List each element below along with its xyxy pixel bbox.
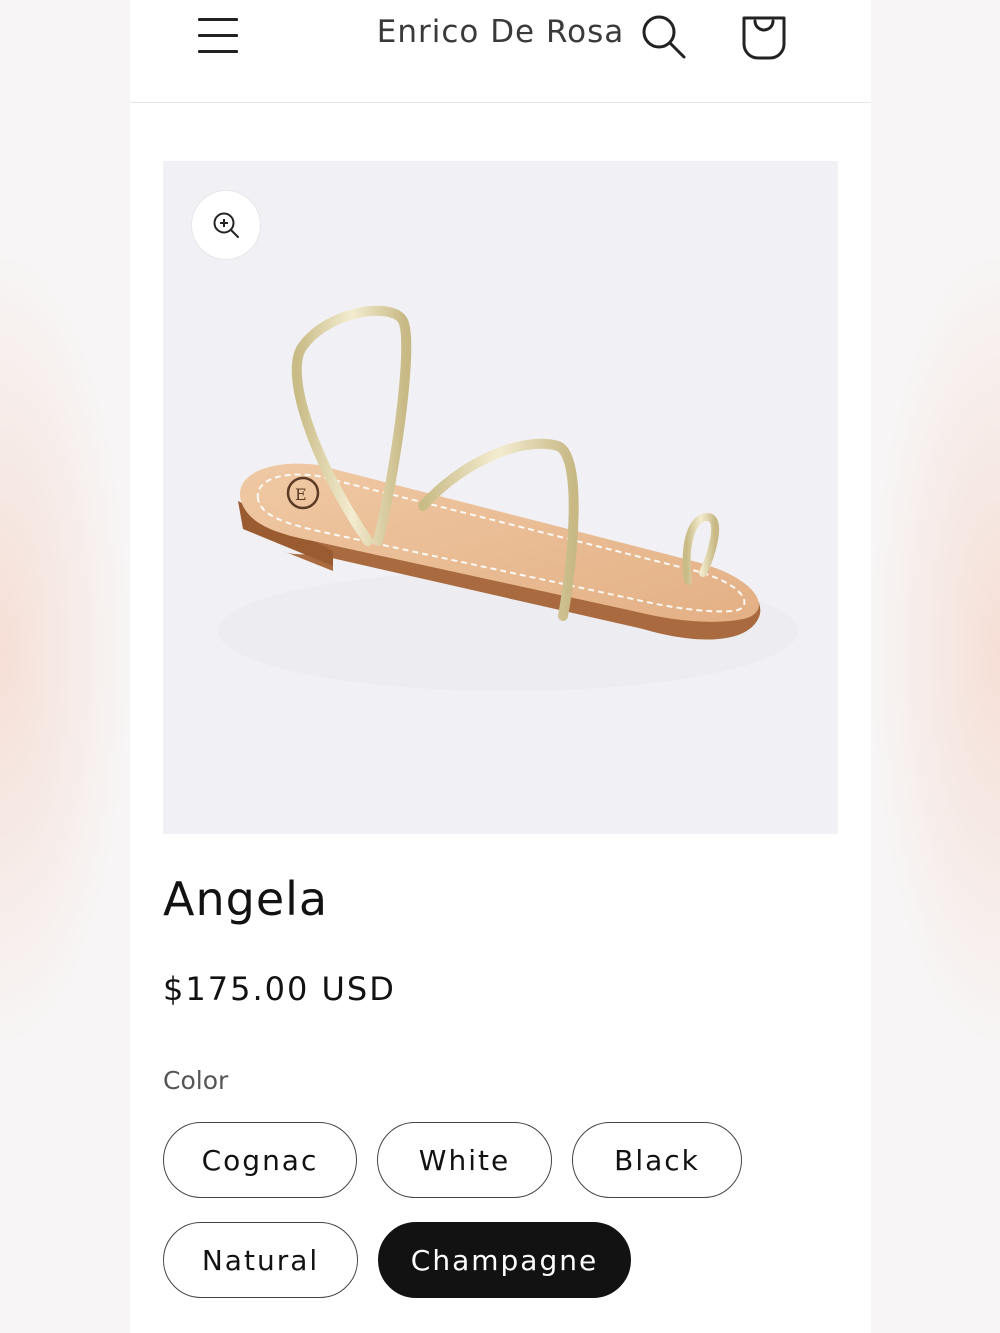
product-title: Angela: [163, 872, 329, 926]
product-page: Enrico De Rosa E Angela $175.00 USD Colo…: [130, 0, 871, 1333]
color-option-white[interactable]: White: [377, 1122, 552, 1198]
color-option-cognac[interactable]: Cognac: [163, 1122, 357, 1198]
product-image: E: [218, 305, 798, 691]
search-icon[interactable]: [640, 12, 688, 62]
color-option-black[interactable]: Black: [572, 1122, 742, 1198]
color-option-label: Color: [163, 1066, 229, 1095]
site-header: Enrico De Rosa: [130, 0, 871, 103]
zoom-in-icon[interactable]: [192, 191, 260, 259]
background-glow-left: [0, 250, 130, 1050]
color-option-champagne[interactable]: Champagne: [378, 1222, 631, 1298]
color-option-natural[interactable]: Natural: [163, 1222, 358, 1298]
svg-text:E: E: [295, 485, 307, 504]
product-price: $175.00 USD: [163, 970, 396, 1008]
product-media[interactable]: E: [163, 161, 838, 834]
shopping-bag-icon[interactable]: [740, 10, 788, 62]
background-glow-right: [870, 250, 1000, 1050]
